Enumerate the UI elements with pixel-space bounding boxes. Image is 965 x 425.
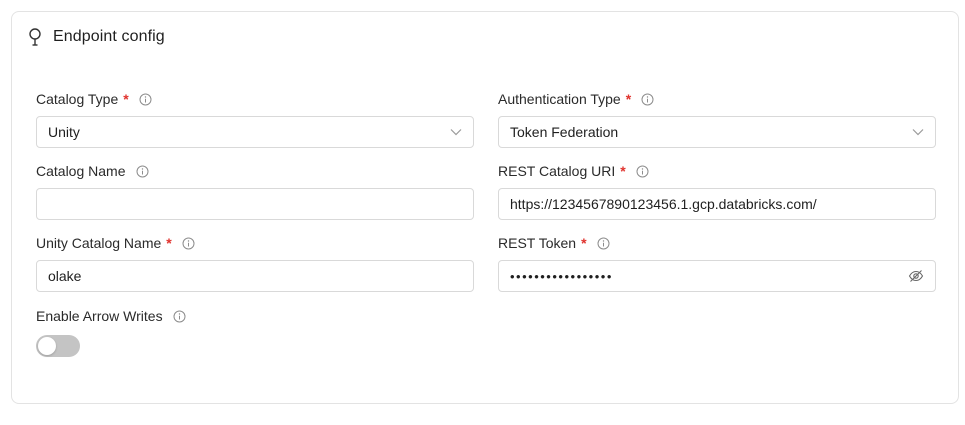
required-marker: * [581,235,587,251]
authentication-type-field: Authentication Type * Token Federation [498,90,936,148]
rest-catalog-uri-input[interactable]: https://1234567890123456.1.gcp.databrick… [498,188,936,220]
authentication-type-label: Authentication Type [498,91,621,107]
chevron-down-icon [912,129,924,136]
unity-catalog-name-field: Unity Catalog Name * olake [36,234,474,292]
unity-catalog-name-label: Unity Catalog Name [36,235,162,251]
unity-catalog-name-value: olake [48,268,82,284]
authentication-type-value: Token Federation [510,124,619,140]
eye-slash-icon[interactable] [908,269,924,283]
chevron-down-icon [450,129,462,136]
info-icon[interactable] [636,165,649,178]
info-icon[interactable] [139,93,152,106]
info-icon[interactable] [182,237,195,250]
rest-catalog-uri-value: https://1234567890123456.1.gcp.databrick… [510,196,817,212]
catalog-name-input[interactable] [36,188,474,220]
lightbulb-icon [29,28,41,46]
info-icon[interactable] [136,165,149,178]
toggle-knob [38,337,56,355]
enable-arrow-writes-toggle[interactable] [36,335,80,357]
info-icon[interactable] [597,237,610,250]
enable-arrow-writes-field: Enable Arrow Writes [36,307,186,325]
unity-catalog-name-input[interactable]: olake [36,260,474,292]
required-marker: * [166,235,172,251]
rest-catalog-uri-field: REST Catalog URI * https://1234567890123… [498,162,936,220]
rest-token-label: REST Token [498,235,577,251]
rest-token-field: REST Token * ••••••••••••••••• [498,234,936,292]
catalog-type-value: Unity [48,124,80,140]
authentication-type-select[interactable]: Token Federation [498,116,936,148]
info-icon[interactable] [173,310,186,323]
catalog-type-label: Catalog Type [36,91,119,107]
catalog-name-field: Catalog Name [36,162,474,220]
required-marker: * [625,91,632,107]
rest-catalog-uri-label: REST Catalog URI [498,163,616,179]
required-marker: * [620,163,626,179]
section-header: Endpoint config [26,27,165,47]
required-marker: * [123,91,129,107]
info-icon[interactable] [641,93,654,106]
catalog-name-label: Catalog Name [36,163,126,179]
catalog-type-field: Catalog Type * Unity [36,90,474,148]
rest-token-masked-value: ••••••••••••••••• [510,268,613,284]
rest-token-input[interactable]: ••••••••••••••••• [498,260,936,292]
section-title: Endpoint config [53,28,165,45]
enable-arrow-writes-label: Enable Arrow Writes [36,308,163,324]
catalog-type-select[interactable]: Unity [36,116,474,148]
